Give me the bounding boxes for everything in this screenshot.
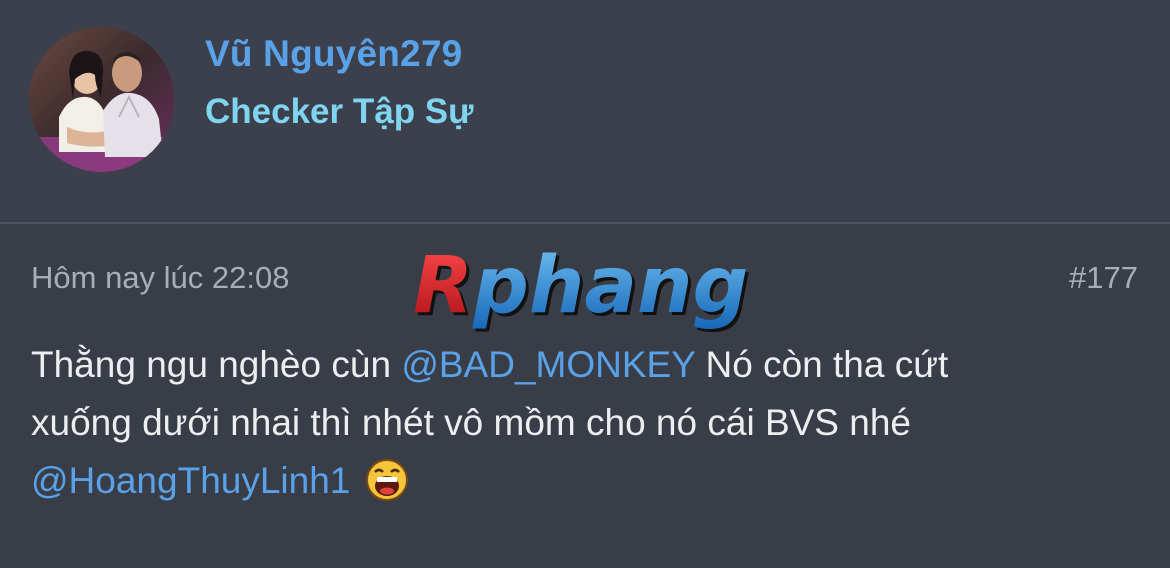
- message-line-2: xuống dưới nhai thì nhét vô mồm cho nó c…: [31, 402, 911, 443]
- laughing-smiley-icon: [364, 457, 410, 503]
- message-line-3: @HoangThuyLinh1: [31, 452, 1141, 510]
- post-body: Hôm nay lúc 22:08 R R phang phang #177 T…: [0, 224, 1170, 568]
- post-message: Thằng ngu nghèo cùn @BAD_MONKEY Nó còn t…: [31, 336, 1141, 510]
- avatar-photo-icon: [29, 27, 174, 172]
- username-link[interactable]: Vũ Nguyên279: [205, 33, 462, 75]
- message-text: Thằng ngu nghèo cùn: [31, 344, 402, 385]
- rphang-logo-icon: R R phang phang: [413, 241, 751, 334]
- watermark-logo: R R phang phang: [405, 240, 765, 350]
- post-timestamp[interactable]: Hôm nay lúc 22:08: [31, 260, 289, 296]
- post-number-link[interactable]: #177: [1069, 260, 1138, 296]
- message-text: Nó còn tha cứt: [695, 344, 949, 385]
- svg-text:phang: phang: [472, 241, 748, 331]
- user-avatar[interactable]: [29, 27, 174, 172]
- user-rank-title: Checker Tập Sự: [205, 92, 474, 131]
- forum-post-screen: Vũ Nguyên279 Checker Tập Sự Hôm nay lúc …: [0, 0, 1170, 568]
- message-line-1: Thằng ngu nghèo cùn @BAD_MONKEY Nó còn t…: [31, 336, 1141, 394]
- svg-text:R: R: [413, 241, 473, 331]
- mention-hoangthuylinh1[interactable]: @HoangThuyLinh1: [31, 460, 350, 501]
- mention-bad-monkey[interactable]: @BAD_MONKEY: [401, 344, 695, 385]
- post-author-header: Vũ Nguyên279 Checker Tập Sự: [0, 0, 1170, 222]
